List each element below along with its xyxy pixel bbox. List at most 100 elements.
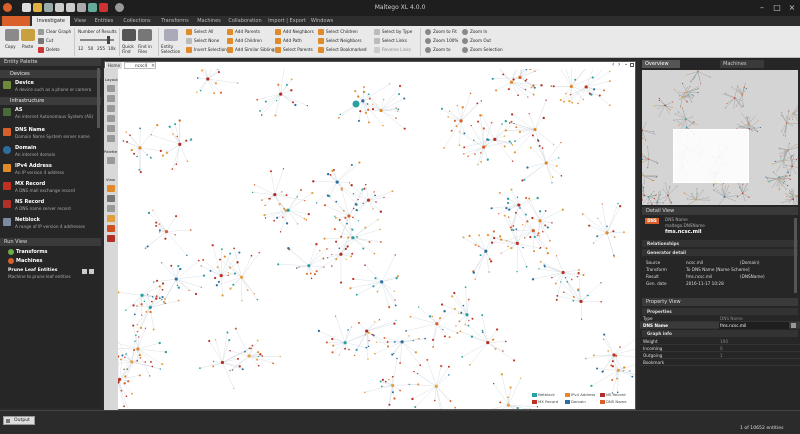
graph-node[interactable]: [538, 144, 541, 147]
graph-node[interactable]: [539, 210, 542, 213]
minimap-node[interactable]: [643, 195, 645, 197]
graph-node[interactable]: [468, 234, 471, 237]
minimap-node[interactable]: [690, 80, 692, 82]
graph-node[interactable]: [502, 350, 504, 352]
minimap-node[interactable]: [697, 124, 698, 126]
graph-node[interactable]: [508, 140, 511, 143]
graph-node[interactable]: [395, 319, 397, 322]
graph-node[interactable]: [388, 403, 391, 406]
graph-node[interactable]: [323, 204, 327, 207]
minimap-node[interactable]: [790, 157, 792, 159]
graph-node[interactable]: [212, 360, 215, 363]
minimap-node-hub[interactable]: [681, 96, 684, 98]
graph-node[interactable]: [513, 122, 515, 125]
tab-collaboration[interactable]: Collaboration: [224, 16, 266, 26]
graph-node[interactable]: [136, 155, 138, 158]
graph-node[interactable]: [514, 211, 517, 214]
info-icon[interactable]: [89, 269, 94, 274]
graph-node[interactable]: [364, 111, 368, 114]
graph-node[interactable]: [379, 241, 382, 243]
graph-node[interactable]: [478, 245, 480, 247]
graph-node[interactable]: [532, 84, 535, 87]
minimap-node[interactable]: [647, 167, 649, 169]
graph-node[interactable]: [596, 235, 599, 238]
graph-node[interactable]: [580, 318, 583, 320]
graph-node[interactable]: [467, 155, 469, 158]
graph-node[interactable]: [531, 134, 534, 137]
minimap-node[interactable]: [686, 101, 688, 103]
graph-node[interactable]: [488, 258, 491, 261]
graph-node[interactable]: [364, 264, 366, 267]
add-neighbors-button[interactable]: Add Neighbors: [283, 29, 314, 34]
graph-node[interactable]: [279, 355, 281, 358]
graph-node[interactable]: [365, 346, 368, 349]
graph-node[interactable]: [161, 262, 163, 264]
graph-node[interactable]: [541, 147, 544, 149]
graph-node[interactable]: [529, 69, 532, 70]
minimap-node[interactable]: [785, 188, 787, 190]
graph-node[interactable]: [220, 248, 223, 251]
graph-node-hub[interactable]: [351, 236, 355, 240]
graph-node[interactable]: [367, 345, 370, 348]
graph-node[interactable]: [149, 310, 152, 314]
graph-node[interactable]: [509, 226, 512, 229]
graph-node[interactable]: [139, 171, 142, 174]
graph-node[interactable]: [327, 172, 330, 176]
minimap-node[interactable]: [734, 200, 736, 202]
zoom-to-fit-button[interactable]: Zoom to Fit: [433, 29, 457, 34]
graph-node[interactable]: [331, 351, 334, 354]
graph-node[interactable]: [431, 338, 435, 341]
select-none-button[interactable]: Select None: [194, 38, 219, 43]
graph-node[interactable]: [528, 113, 530, 115]
minimap-node[interactable]: [725, 93, 727, 95]
graph-node[interactable]: [455, 125, 458, 128]
graph-node[interactable]: [551, 176, 554, 178]
minimap-node-hub[interactable]: [748, 123, 750, 125]
graph-node[interactable]: [249, 347, 252, 350]
graph-node[interactable]: [353, 354, 356, 357]
graph-node[interactable]: [469, 92, 472, 95]
graph-node[interactable]: [253, 184, 256, 186]
graph-node[interactable]: [292, 101, 295, 104]
zoom-selection-button[interactable]: Zoom Selection: [470, 47, 503, 52]
graph-node[interactable]: [569, 93, 572, 96]
graph-node[interactable]: [564, 276, 567, 279]
graph-node[interactable]: [339, 113, 342, 116]
graph-node[interactable]: [194, 292, 198, 296]
graph-node[interactable]: [398, 84, 402, 88]
minimap-node[interactable]: [731, 86, 733, 88]
graph-node[interactable]: [454, 406, 457, 409]
graph-node-hub[interactable]: [533, 127, 537, 132]
graph-node[interactable]: [350, 164, 353, 166]
graph-node[interactable]: [361, 188, 364, 191]
graph-node[interactable]: [164, 237, 167, 240]
graph-node[interactable]: [212, 365, 215, 368]
minimap-node[interactable]: [658, 97, 660, 100]
tab-entities[interactable]: Entities: [90, 16, 118, 26]
graph-node[interactable]: [133, 349, 136, 352]
graph-node[interactable]: [232, 283, 235, 286]
select-children-button[interactable]: Select Children: [326, 29, 358, 34]
graph-node[interactable]: [545, 99, 547, 101]
graph-node[interactable]: [473, 139, 475, 142]
minimap-node[interactable]: [680, 106, 682, 108]
minimap-node[interactable]: [658, 115, 660, 117]
minimap-node-hub[interactable]: [695, 199, 698, 201]
zoom-out-icon[interactable]: [462, 38, 468, 44]
minimap-node[interactable]: [740, 100, 742, 101]
graph-node[interactable]: [519, 207, 521, 209]
graph-node[interactable]: [443, 335, 446, 338]
minimap-node[interactable]: [714, 187, 716, 189]
minimap-node[interactable]: [693, 76, 695, 78]
graph-node[interactable]: [603, 333, 606, 336]
graph-node[interactable]: [357, 119, 360, 122]
minimap-node[interactable]: [699, 79, 701, 81]
minimap-node[interactable]: [658, 99, 660, 102]
graph-node-hub[interactable]: [335, 180, 339, 184]
graph-node-hub[interactable]: [140, 293, 144, 297]
graph-node[interactable]: [450, 129, 453, 132]
graph-node[interactable]: [244, 350, 246, 353]
graph-node[interactable]: [539, 235, 541, 237]
graph-node-hub[interactable]: [366, 198, 371, 202]
graph-node[interactable]: [176, 284, 178, 287]
